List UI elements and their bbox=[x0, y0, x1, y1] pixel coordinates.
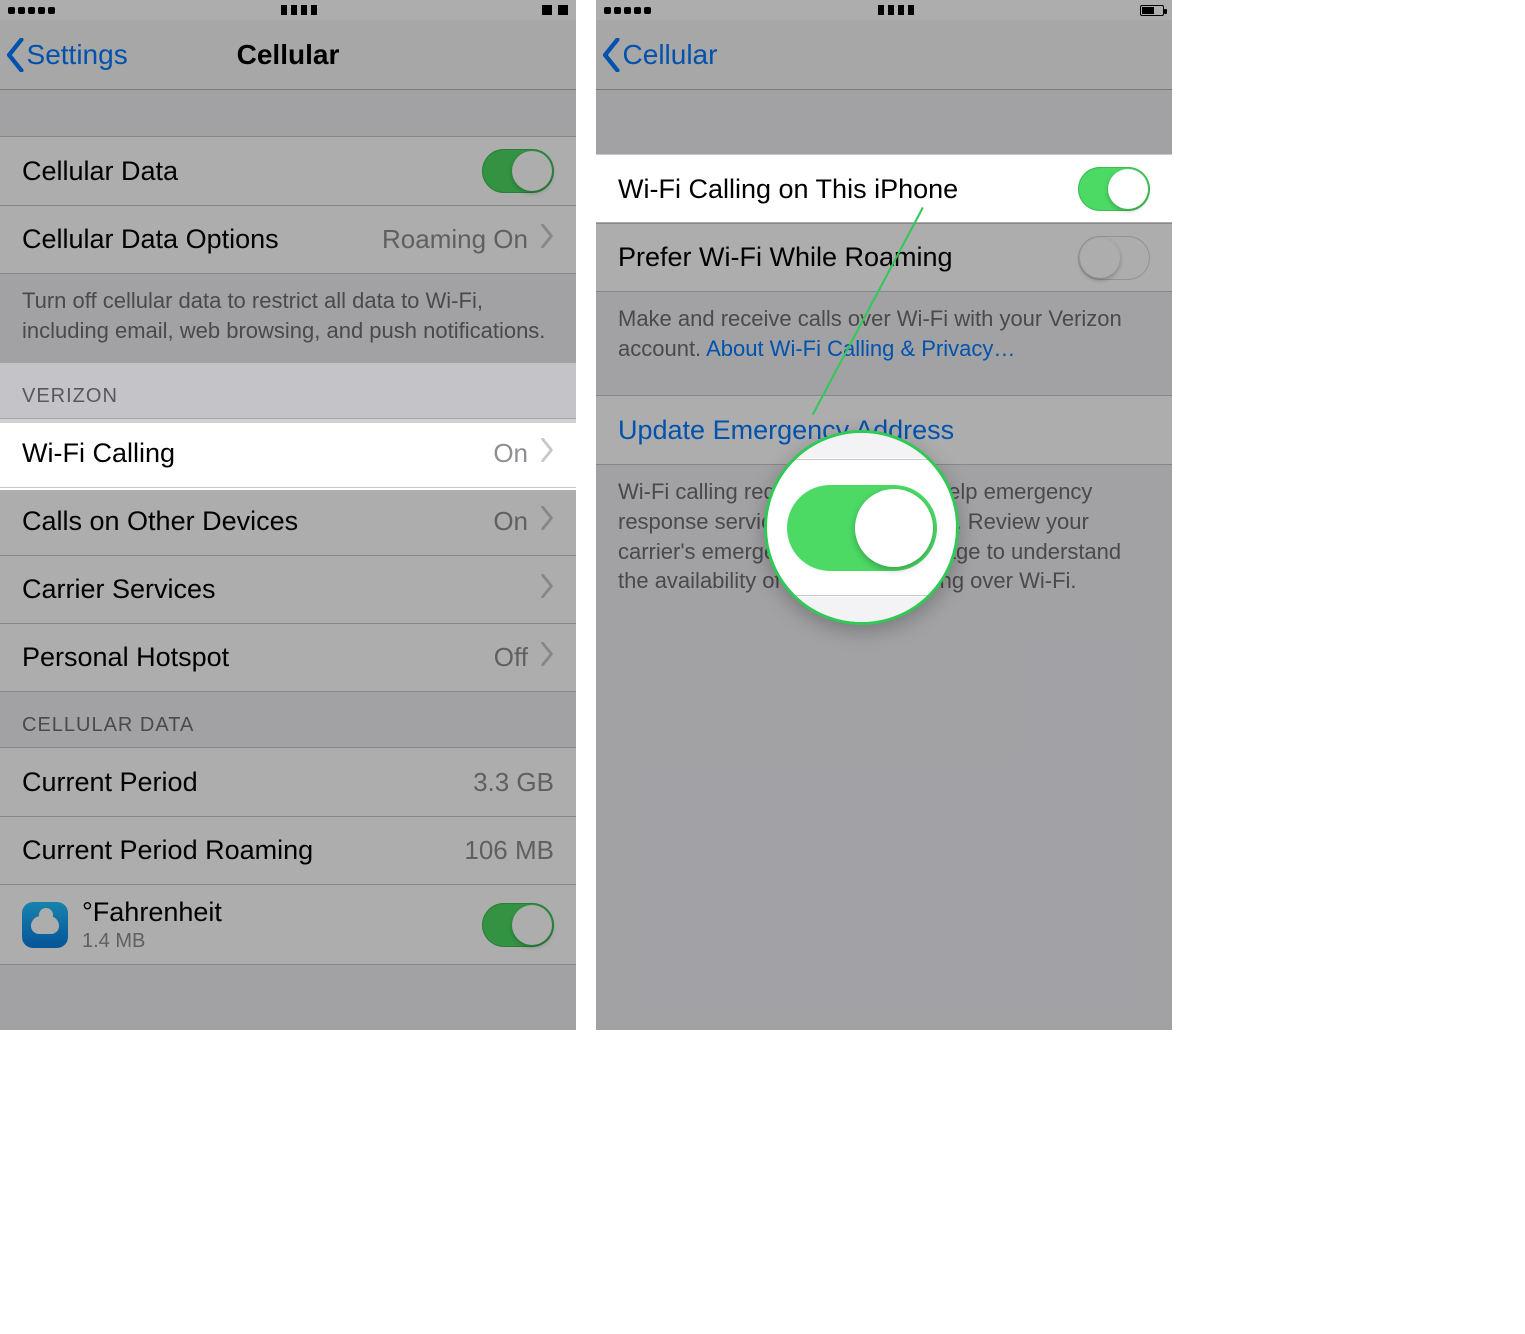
cellular-data-toggle[interactable] bbox=[482, 149, 554, 193]
calls-other-label: Calls on Other Devices bbox=[22, 506, 298, 537]
carrier-section-header: VERIZON bbox=[0, 363, 576, 418]
current-roaming-label: Current Period Roaming bbox=[22, 835, 313, 866]
nav-bar: Settings Cellular bbox=[0, 20, 576, 90]
chevron-right-icon bbox=[540, 506, 554, 537]
carrier-services-label: Carrier Services bbox=[22, 574, 216, 605]
chevron-left-icon bbox=[6, 38, 25, 72]
magnified-toggle-icon bbox=[787, 485, 937, 571]
app-size: 1.4 MB bbox=[82, 930, 222, 953]
app-usage-row[interactable]: Now °Fahrenheit 1.4 MB bbox=[0, 884, 576, 964]
back-button[interactable]: Cellular bbox=[596, 38, 717, 72]
personal-hotspot-value: Off bbox=[494, 642, 528, 673]
chevron-left-icon bbox=[602, 38, 621, 72]
calls-other-value: On bbox=[493, 506, 528, 537]
personal-hotspot-row[interactable]: Personal Hotspot Off bbox=[0, 623, 576, 691]
cellular-data-options-label: Cellular Data Options bbox=[22, 224, 279, 255]
magnifier-bubble bbox=[764, 430, 959, 625]
back-label: Cellular bbox=[623, 39, 718, 71]
usage-section-header: CELLULAR DATA bbox=[0, 692, 576, 747]
wifi-calling-on-iphone-label: Wi-Fi Calling on This iPhone bbox=[618, 174, 958, 205]
prefer-wifi-roaming-toggle[interactable] bbox=[1078, 236, 1150, 280]
personal-hotspot-label: Personal Hotspot bbox=[22, 642, 229, 673]
carrier-services-row[interactable]: Carrier Services bbox=[0, 555, 576, 623]
wifi-calling-on-iphone-row[interactable]: Wi-Fi Calling on This iPhone bbox=[596, 155, 1172, 223]
app-toggle[interactable] bbox=[482, 903, 554, 947]
chevron-right-icon bbox=[540, 574, 554, 605]
wifi-calling-row[interactable]: Wi-Fi Calling On bbox=[0, 419, 576, 487]
app-icon: Now bbox=[22, 902, 68, 948]
cellular-data-options-row[interactable]: Cellular Data Options Roaming On bbox=[0, 205, 576, 273]
wifi-calling-footer: Make and receive calls over Wi-Fi with y… bbox=[596, 292, 1172, 381]
settings-list: Cellular Data Cellular Data Options Roam… bbox=[0, 90, 576, 1030]
app-name: °Fahrenheit bbox=[82, 897, 222, 928]
back-label: Settings bbox=[27, 39, 128, 71]
cellular-data-label: Cellular Data bbox=[22, 156, 178, 187]
chevron-right-icon bbox=[540, 224, 554, 255]
calls-other-devices-row[interactable]: Calls on Other Devices On bbox=[0, 487, 576, 555]
chevron-right-icon bbox=[540, 642, 554, 673]
status-bar bbox=[596, 0, 1172, 20]
left-phone: Settings Cellular Cellular Data Cellular… bbox=[0, 0, 576, 1030]
status-bar bbox=[0, 0, 576, 20]
wifi-calling-toggle[interactable] bbox=[1078, 167, 1150, 211]
wifi-calling-value: On bbox=[493, 438, 528, 469]
current-period-roaming-row: Current Period Roaming 106 MB bbox=[0, 816, 576, 884]
about-wifi-calling-link[interactable]: About Wi-Fi Calling & Privacy… bbox=[706, 336, 1015, 361]
back-button[interactable]: Settings bbox=[0, 38, 128, 72]
current-period-value: 3.3 GB bbox=[473, 767, 554, 798]
current-roaming-value: 106 MB bbox=[464, 835, 554, 866]
nav-bar: Cellular bbox=[596, 20, 1172, 90]
current-period-label: Current Period bbox=[22, 767, 198, 798]
cellular-data-footer: Turn off cellular data to restrict all d… bbox=[0, 274, 576, 363]
current-period-row: Current Period 3.3 GB bbox=[0, 748, 576, 816]
cellular-data-row[interactable]: Cellular Data bbox=[0, 137, 576, 205]
cellular-data-options-value: Roaming On bbox=[382, 224, 528, 255]
wifi-calling-label: Wi-Fi Calling bbox=[22, 438, 175, 469]
chevron-right-icon bbox=[540, 438, 554, 469]
